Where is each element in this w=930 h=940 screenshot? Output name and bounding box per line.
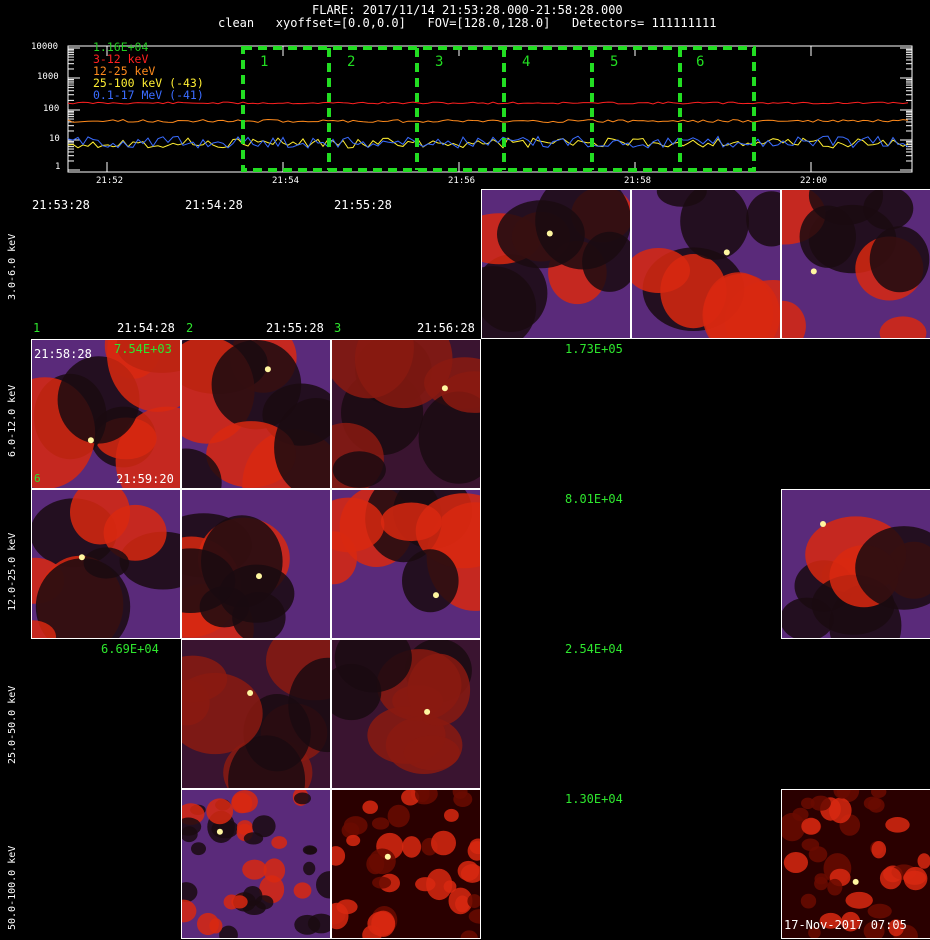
interval-label-3: 3 [435,54,444,70]
max-r4c3: 1.30E+04 [565,792,623,806]
cell-time-top: 21:58:28 [34,347,92,361]
image-cell [481,189,631,339]
row1-time-2: 21:55:28 [266,321,324,335]
x-tick-2154: 21:54 [272,176,300,186]
x-tick-2200: 22:00 [800,176,828,186]
image-cell [31,339,181,489]
image-cell [181,639,331,789]
image-cell [31,489,181,639]
image-cell [331,789,481,939]
row-label-6-12: 6.0-12.0 keV [7,384,18,457]
interval-label-2: 2 [347,54,356,70]
image-cell [781,789,930,939]
row-label-12-25: 12.0-25.0 keV [7,532,18,611]
y-tick-10000: 10000 [31,42,59,52]
lightcurve-ticks [68,46,912,172]
image-cell [631,189,781,339]
image-cell [781,189,930,339]
row-label-25-50: 25.0-50.0 keV [7,685,18,764]
y-tick-1: 1 [55,162,61,172]
image-cell [331,639,481,789]
row-label-3-6: 3.0-6.0 keV [7,233,18,300]
interval-mark-3: 3 [334,321,342,335]
interval-mark-1: 1 [33,321,41,335]
row1-time-3: 21:56:28 [417,321,475,335]
interval-mark-6: 6 [34,472,41,485]
y-tick-10: 10 [49,134,60,144]
y-tick-1000: 1000 [37,72,59,82]
interval-label-5: 5 [610,54,619,70]
image-cell [331,489,481,639]
row1-time-1: 21:54:28 [117,321,175,335]
plot-title: FLARE: 2017/11/14 21:53:28.000-21:58:28.… [312,3,623,17]
row0-time-3: 21:55:28 [334,198,392,212]
cell-time-bottom: 21:59:20 [116,472,174,486]
image-cell [181,489,331,639]
lightcurve-axes [67,45,913,173]
interval-label-1: 1 [260,54,269,70]
row-label-50-100: 50.0-100.0 keV [7,845,18,930]
x-tick-2152: 21:52 [96,176,124,186]
interval-mark-2: 2 [186,321,194,335]
max-r3c0: 6.69E+04 [101,642,159,656]
row0-time-1: 21:53:28 [32,198,90,212]
image-cell [181,339,331,489]
image-cell [181,789,331,939]
footer-timestamp: 17-Nov-2017 07:05 [784,918,907,932]
image-cell [781,489,930,639]
max-r2c3: 8.01E+04 [565,492,623,506]
x-tick-2156: 21:56 [448,176,476,186]
row0-time-2: 21:54:28 [185,198,243,212]
y-tick-100: 100 [43,104,60,114]
max-r3c3: 2.54E+04 [565,642,623,656]
interval-label-6: 6 [696,54,705,70]
image-cell [331,339,481,489]
max-r1c3: 1.73E+05 [565,342,623,356]
plot-subtitle: clean xyoffset=[0.0,0.0] FOV=[128.0,128.… [218,16,717,30]
lightcurve-series [67,101,909,149]
interval-label-4: 4 [522,54,531,70]
max-r1c0: 7.54E+03 [114,342,172,356]
x-tick-2158: 21:58 [624,176,652,186]
legend-01-17: 0.1-17 MeV (-41) [93,88,204,102]
interval-boxes [241,46,756,172]
